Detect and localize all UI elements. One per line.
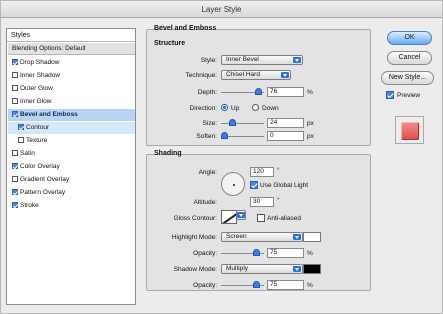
soften-label: Soften: [196, 133, 217, 140]
soften-slider[interactable] [221, 132, 264, 140]
slider-knob-icon[interactable] [255, 88, 262, 95]
bevel-checkbox[interactable] [12, 111, 18, 117]
dropdown-arrow-icon [281, 72, 289, 78]
preview-checkbox[interactable] [386, 91, 394, 99]
angle-dial-icon[interactable] [221, 172, 245, 196]
gloss-contour-select[interactable] [236, 210, 246, 220]
highlight-opacity-unit: % [307, 250, 313, 257]
style-item-satin[interactable]: Satin [8, 148, 135, 160]
shadow-opacity-slider[interactable] [221, 281, 264, 289]
altitude-label: Altitude: [193, 199, 218, 206]
window-title: Layer Style [1, 1, 442, 18]
anti-aliased-checkbox[interactable] [257, 214, 265, 222]
stroke-checkbox[interactable] [12, 202, 18, 208]
styles-list: Styles Blending Options: Default Drop Sh… [6, 28, 136, 305]
ok-button[interactable]: OK [387, 31, 432, 45]
direction-up-label: Up [231, 105, 240, 112]
new-style-button[interactable]: New Style... [381, 71, 434, 85]
gloss-contour-label: Gloss Contour: [173, 215, 217, 222]
technique-label: Technique: [185, 72, 217, 79]
size-unit: px [307, 120, 314, 127]
size-field[interactable]: 24 [267, 118, 304, 128]
angle-field[interactable]: 120 [250, 167, 274, 177]
slider-knob-icon[interactable] [253, 249, 260, 256]
shadow-mode-select[interactable]: Multiply [221, 264, 303, 274]
style-item-inner-glow[interactable]: Inner Glow [8, 96, 135, 108]
highlight-color-swatch[interactable] [303, 232, 321, 242]
texture-checkbox[interactable] [18, 137, 24, 143]
style-item-drop-shadow[interactable]: Drop Shadow [8, 57, 135, 69]
shadow-opacity-unit: % [307, 282, 313, 289]
use-global-light-checkbox[interactable] [250, 181, 258, 189]
slider-knob-icon[interactable] [221, 132, 228, 139]
preview-swatch [401, 122, 419, 140]
angle-label: Angle: [198, 169, 217, 176]
depth-field[interactable]: 76 [267, 87, 304, 97]
highlight-opacity-field[interactable]: 75 [267, 248, 304, 258]
soften-field[interactable]: 0 [267, 131, 304, 141]
pattern-overlay-checkbox[interactable] [12, 189, 18, 195]
slider-knob-icon[interactable] [253, 281, 260, 288]
style-item-bevel-and-emboss[interactable]: Bevel and Emboss [8, 109, 135, 121]
style-item-stroke[interactable]: Stroke [8, 200, 135, 212]
shadow-opacity-label: Opacity: [193, 282, 217, 289]
layer-style-dialog: Layer Style Styles Blending Options: Def… [0, 0, 443, 314]
direction-up-radio[interactable] [221, 104, 228, 111]
dropdown-arrow-icon [237, 212, 245, 218]
soften-unit: px [307, 133, 314, 140]
direction-down-label: Down [262, 105, 279, 112]
dropdown-arrow-icon [293, 266, 301, 272]
cancel-button[interactable]: Cancel [387, 51, 432, 65]
anti-aliased-label: Anti-aliased [267, 215, 301, 222]
drop-shadow-checkbox[interactable] [12, 59, 18, 65]
style-preview-box [395, 116, 424, 144]
highlight-opacity-slider[interactable] [221, 249, 264, 257]
blending-options-item[interactable]: Blending Options: Default [8, 43, 135, 55]
contour-checkbox[interactable] [18, 124, 24, 130]
altitude-unit: ° [277, 197, 280, 204]
size-label: Size: [202, 120, 217, 127]
depth-slider[interactable] [221, 88, 264, 96]
shading-title: Shading [154, 150, 182, 157]
style-item-texture[interactable]: Texture [8, 135, 135, 147]
satin-checkbox[interactable] [12, 150, 18, 156]
gradient-overlay-checkbox[interactable] [12, 176, 18, 182]
shadow-opacity-field[interactable]: 75 [267, 280, 304, 290]
technique-select[interactable]: Chisel Hard [221, 70, 291, 80]
style-item-pattern-overlay[interactable]: Pattern Overlay [8, 187, 135, 199]
structure-title: Structure [154, 40, 186, 47]
style-item-color-overlay[interactable]: Color Overlay [8, 161, 135, 173]
highlight-opacity-label: Opacity: [193, 250, 217, 257]
shadow-color-swatch[interactable] [303, 264, 321, 274]
style-label: Style: [200, 57, 217, 64]
size-slider[interactable] [221, 119, 264, 127]
altitude-field[interactable]: 30 [250, 197, 274, 207]
dropdown-arrow-icon [293, 57, 301, 63]
direction-down-radio[interactable] [252, 104, 259, 111]
slider-knob-icon[interactable] [229, 119, 236, 126]
depth-unit: % [307, 89, 313, 96]
inner-glow-checkbox[interactable] [12, 98, 18, 104]
style-select[interactable]: Inner Bevel [221, 55, 303, 65]
gloss-contour-icon[interactable] [221, 210, 237, 224]
style-item-outer-glow[interactable]: Outer Glow [8, 83, 135, 95]
direction-label: Direction: [189, 105, 217, 112]
style-item-inner-shadow[interactable]: Inner Shadow [8, 70, 135, 82]
highlight-mode-select[interactable]: Screen [221, 232, 303, 242]
style-item-contour[interactable]: Contour [8, 122, 135, 134]
shadow-mode-label: Shadow Mode: [173, 266, 217, 273]
outer-glow-checkbox[interactable] [12, 85, 18, 91]
angle-unit: ° [277, 167, 280, 174]
bevel-emboss-title: Bevel and Emboss [154, 25, 217, 32]
inner-shadow-checkbox[interactable] [12, 72, 18, 78]
preview-label: Preview [397, 92, 421, 99]
color-overlay-checkbox[interactable] [12, 163, 18, 169]
highlight-mode-label: Highlight Mode: [171, 234, 217, 241]
styles-header: Styles [7, 29, 135, 42]
style-item-gradient-overlay[interactable]: Gradient Overlay [8, 174, 135, 186]
depth-label: Depth: [197, 89, 217, 96]
dropdown-arrow-icon [293, 234, 301, 240]
use-global-light-label: Use Global Light [260, 182, 309, 189]
